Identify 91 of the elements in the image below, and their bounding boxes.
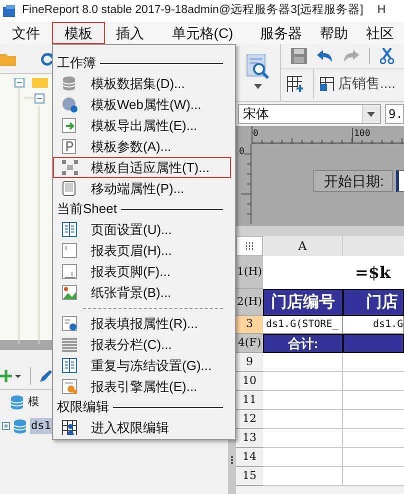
- table-cell: 门店编号: [263, 289, 343, 316]
- menu-option[interactable]: 模板数据集(D)...: [53, 73, 231, 94]
- table-cell: ds1.G: [343, 316, 404, 334]
- menu-section-title: 当前Sheet: [57, 200, 117, 218]
- menu-option[interactable]: 报表填报属性(R)...: [53, 313, 231, 334]
- menu-item-icon: [62, 336, 78, 352]
- font-field[interactable]: 宋体: [238, 104, 381, 124]
- tree-item[interactable]: 模: [27, 394, 40, 410]
- menu-item[interactable]: 文件: [0, 22, 52, 44]
- row-header[interactable]: 4(F): [236, 334, 263, 353]
- table-cell: [343, 410, 404, 429]
- horizontal-scrollbar[interactable]: [236, 226, 404, 236]
- menu-item[interactable]: 社区: [356, 22, 404, 44]
- expand-icon: [2, 422, 10, 430]
- preview-icon: [246, 54, 270, 80]
- menu-item-icon: [62, 316, 78, 332]
- column-header[interactable]: A: [263, 236, 343, 256]
- app-icon: [2, 4, 16, 18]
- menu-option[interactable]: 报表引擎属性(E)...: [53, 376, 231, 397]
- ruler-label: 0: [252, 128, 260, 141]
- menu-option[interactable]: 进入权限编辑: [53, 417, 231, 438]
- table-cell: [343, 391, 404, 410]
- menu-item[interactable]: 插入: [105, 22, 155, 44]
- menu-option[interactable]: 报表页脚(F)...: [53, 261, 231, 282]
- pencil-icon: [39, 368, 53, 382]
- caret-icon: [254, 84, 262, 89]
- menu-option[interactable]: 报表页眉(H)...: [53, 240, 231, 261]
- refresh-icon: [40, 52, 54, 66]
- table-cell: ds1.G(STORE_: [263, 316, 343, 334]
- window-title: H: [377, 3, 386, 18]
- menu-option[interactable]: 重复与冻结设置(G)...: [53, 355, 231, 376]
- row-header[interactable]: 3: [236, 316, 263, 334]
- table-cell: [343, 372, 404, 391]
- menu-item-icon: [62, 118, 78, 134]
- table-cell: 合计:: [263, 334, 343, 353]
- window-title: FineReport 8.0 stable 2017-9-18admin@远程服务器3[远程服务器]: [22, 2, 364, 18]
- size-field[interactable]: 9.: [384, 104, 404, 124]
- database-icon: [13, 418, 27, 434]
- grip-icon: [244, 242, 254, 250]
- tree-item[interactable]: ds1: [30, 418, 52, 434]
- menu-item-icon: [62, 264, 78, 280]
- menu-item[interactable]: 帮助: [312, 22, 356, 44]
- save-icon: [291, 48, 307, 64]
- menu-option[interactable]: 移动端属性(P)...: [53, 178, 231, 199]
- row-header[interactable]: 1(H): [236, 256, 263, 289]
- add-sheet-icon: [287, 76, 303, 92]
- menu-option[interactable]: 模板Web属性(W)...: [53, 94, 231, 115]
- menu-item-icon: [62, 96, 78, 112]
- report-icon: [320, 76, 334, 90]
- menu-item-icon: [62, 284, 78, 300]
- dropdown-icon: [367, 112, 376, 116]
- redo-icon: [343, 49, 359, 63]
- table-cell: [343, 448, 404, 467]
- menu-item[interactable]: 模板: [52, 22, 105, 44]
- menu-item-icon: [62, 420, 78, 436]
- menu-item-icon: [62, 138, 78, 154]
- menu-item-icon: [62, 76, 78, 92]
- sheet-tab[interactable]: 店销售....: [313, 68, 396, 98]
- column-header[interactable]: [343, 236, 404, 256]
- menu-item-icon: [62, 180, 78, 196]
- menu-option[interactable]: 报表分栏(C)...: [53, 334, 231, 355]
- folder-icon: [0, 52, 16, 66]
- ruler-label: 0: [239, 146, 244, 159]
- menu-option[interactable]: 页面设置(U)...: [53, 219, 231, 240]
- menu-section-title: 权限编辑: [57, 398, 109, 416]
- undo-icon: [317, 49, 333, 63]
- menu-item[interactable]: 单元格(C): [155, 22, 250, 44]
- table-cell: 门店: [343, 289, 404, 316]
- menu-item-icon: [62, 242, 78, 258]
- menu-item-icon: [62, 378, 78, 394]
- row-header[interactable]: 2(H): [236, 289, 263, 316]
- menu-item-icon: [62, 222, 78, 238]
- menu-option[interactable]: 模板参数(A)...: [53, 136, 231, 157]
- menu-option[interactable]: 模板导出属性(E)...: [53, 115, 231, 136]
- scissors-icon: [380, 48, 394, 64]
- table-cell: [343, 334, 404, 353]
- date-field[interactable]: [396, 170, 404, 192]
- table-cell: [343, 467, 404, 486]
- ruler-label: 100: [352, 128, 370, 142]
- table-cell: [343, 429, 404, 448]
- form-label: 开始日期:: [313, 170, 393, 192]
- menu-option[interactable]: 纸张背景(B)...: [53, 282, 231, 303]
- table-cell: [343, 353, 404, 372]
- table-cell: =$k: [343, 256, 404, 289]
- menu-item-icon: [62, 358, 78, 374]
- database-icon: [10, 394, 24, 410]
- add-icon: [0, 368, 22, 382]
- menu-item-icon: [62, 160, 78, 176]
- menu-option[interactable]: 模板自适应属性(T)...: [53, 157, 231, 178]
- menu-section-title: 工作簿: [57, 54, 96, 72]
- menu-item[interactable]: 服务器: [250, 22, 312, 44]
